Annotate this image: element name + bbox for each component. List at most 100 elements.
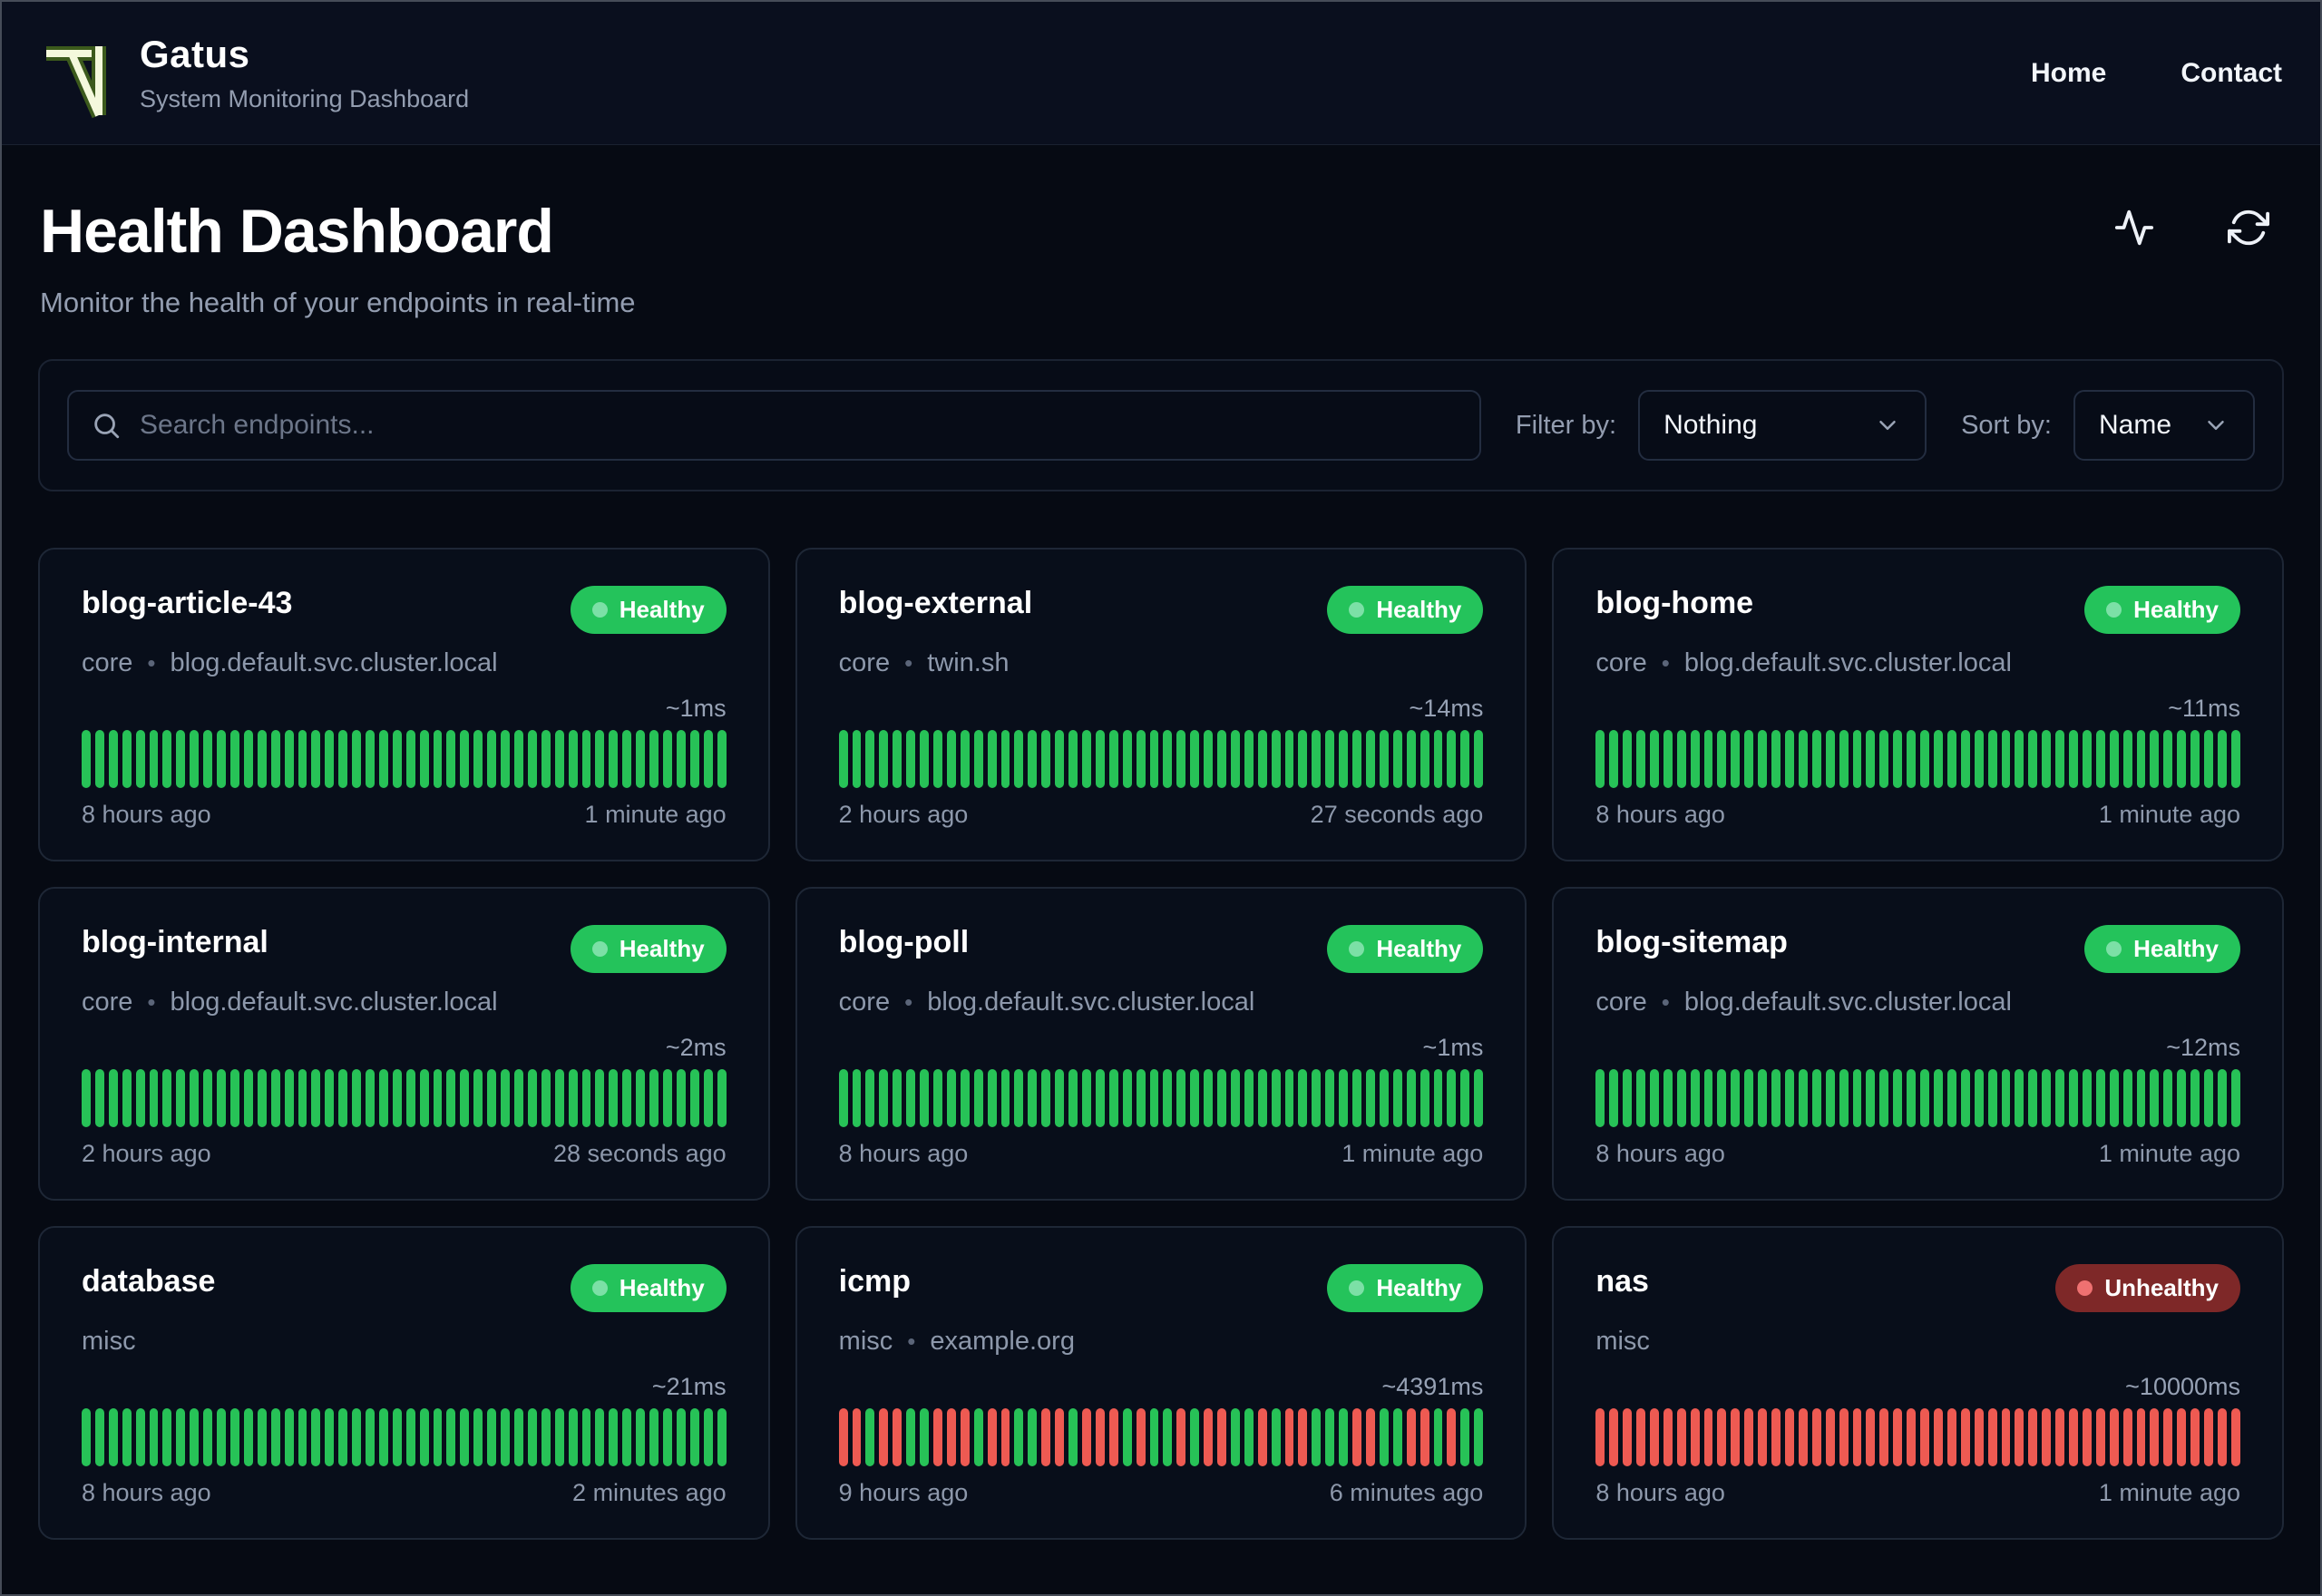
nav-link-home[interactable]: Home [2031, 58, 2106, 89]
health-bar [392, 730, 402, 788]
health-bar [1176, 730, 1186, 788]
health-bar [838, 1408, 848, 1466]
health-bar [1690, 1408, 1700, 1466]
health-bar [108, 1408, 118, 1466]
endpoint-card[interactable]: database Healthy misc ~21ms 8 hours ago … [38, 1226, 770, 1540]
health-bar [703, 1069, 713, 1127]
health-bar [581, 1408, 591, 1466]
health-bar [2218, 1069, 2227, 1127]
health-bar [270, 1408, 280, 1466]
health-bar [108, 1069, 118, 1127]
nav-link-contact[interactable]: Contact [2181, 58, 2282, 89]
health-bar [2150, 730, 2160, 788]
health-bar [135, 1069, 145, 1127]
health-bar [689, 1408, 699, 1466]
endpoint-timestamps: 8 hours ago 1 minute ago [82, 801, 727, 829]
health-bar [2190, 1069, 2200, 1127]
health-bar [1163, 730, 1173, 788]
health-bar [1204, 1069, 1214, 1127]
endpoint-timestamps: 9 hours ago 6 minutes ago [839, 1479, 1484, 1507]
health-bar [1825, 730, 1835, 788]
health-bar [1946, 730, 1956, 788]
endpoint-group: misc [1595, 1327, 1650, 1356]
health-bar [419, 730, 429, 788]
health-bar [460, 730, 470, 788]
health-bar [622, 730, 632, 788]
health-bars [838, 1408, 1484, 1466]
health-bar [1122, 730, 1132, 788]
endpoint-name: blog-article-43 [82, 586, 293, 620]
health-bar [1298, 1069, 1308, 1127]
endpoint-card[interactable]: nas Unhealthy misc ~10000ms 8 hours ago … [1552, 1226, 2284, 1540]
window-start: 8 hours ago [82, 801, 211, 828]
health-bar [1474, 730, 1484, 788]
health-bar [298, 730, 307, 788]
endpoint-name: blog-poll [838, 925, 970, 959]
endpoint-card[interactable]: blog-internal Healthy core • blog.defaul… [38, 887, 770, 1201]
health-bar [1068, 1069, 1078, 1127]
sort-select[interactable]: Name [2073, 390, 2255, 461]
health-bar [568, 1408, 578, 1466]
health-bar [703, 1408, 713, 1466]
health-bar [1420, 1408, 1429, 1466]
search-box[interactable] [67, 390, 1481, 461]
health-bar [1731, 1408, 1741, 1466]
health-bar [2150, 1408, 2160, 1466]
health-bar [135, 730, 145, 788]
endpoint-card-header: blog-internal Healthy [82, 925, 727, 973]
health-bars [838, 730, 1484, 788]
health-bar [1987, 730, 1997, 788]
health-bar [2204, 1069, 2214, 1127]
search-input[interactable] [140, 410, 1458, 441]
health-bar [433, 730, 443, 788]
endpoint-timestamps: 2 hours ago 27 seconds ago [839, 801, 1484, 829]
health-bar [2150, 1069, 2160, 1127]
health-bar [2001, 1408, 2011, 1466]
endpoint-card[interactable]: blog-home Healthy core • blog.default.sv… [1552, 548, 2284, 861]
health-bar [676, 1069, 686, 1127]
endpoint-group: core [82, 988, 133, 1017]
health-bar [527, 1408, 537, 1466]
health-bar [405, 730, 415, 788]
endpoint-card[interactable]: icmp Healthy misc • example.org ~4391ms … [795, 1226, 1527, 1540]
health-bar [1339, 1408, 1349, 1466]
endpoint-host: example.org [930, 1327, 1075, 1356]
health-bar [1230, 1408, 1240, 1466]
endpoint-card[interactable]: blog-article-43 Healthy core • blog.defa… [38, 548, 770, 861]
health-bar [2042, 730, 2052, 788]
health-bar [1014, 1408, 1024, 1466]
endpoint-card[interactable]: blog-external Healthy core • twin.sh ~14… [795, 548, 1527, 861]
endpoint-card[interactable]: blog-sitemap Healthy core • blog.default… [1552, 887, 2284, 1201]
dot-separator: • [147, 988, 156, 1016]
health-bar [906, 1069, 916, 1127]
health-bar [1433, 1408, 1443, 1466]
endpoint-card[interactable]: blog-poll Healthy core • blog.default.sv… [795, 887, 1527, 1201]
health-bar [1649, 730, 1659, 788]
filter-select[interactable]: Nothing [1638, 390, 1927, 461]
health-bar [1866, 1408, 1876, 1466]
window-start: 8 hours ago [1595, 1479, 1725, 1506]
health-bar [2042, 1069, 2052, 1127]
health-bar [1392, 1069, 1402, 1127]
window-start: 2 hours ago [838, 801, 969, 828]
refresh-icon[interactable] [2220, 200, 2277, 256]
endpoint-group: core [1595, 648, 1647, 677]
health-bar [203, 730, 213, 788]
status-badge: Healthy [1327, 1264, 1484, 1312]
health-bar [203, 1069, 213, 1127]
health-bar [1974, 1069, 1984, 1127]
endpoint-meta: core • blog.default.svc.cluster.local [1595, 648, 2240, 678]
health-bar [717, 1069, 727, 1127]
health-bar [541, 1408, 551, 1466]
chevron-down-icon [2208, 421, 2224, 430]
health-bar [2136, 1408, 2146, 1466]
window-start: 8 hours ago [1595, 1140, 1725, 1167]
window-end: 6 minutes ago [1329, 1479, 1484, 1506]
activity-icon[interactable] [2106, 200, 2162, 256]
health-bar [1758, 1069, 1768, 1127]
health-bar [865, 730, 875, 788]
health-bar [1298, 1408, 1308, 1466]
health-bar [405, 1069, 415, 1127]
endpoint-name: database [82, 1264, 216, 1299]
health-bar [1907, 730, 1917, 788]
